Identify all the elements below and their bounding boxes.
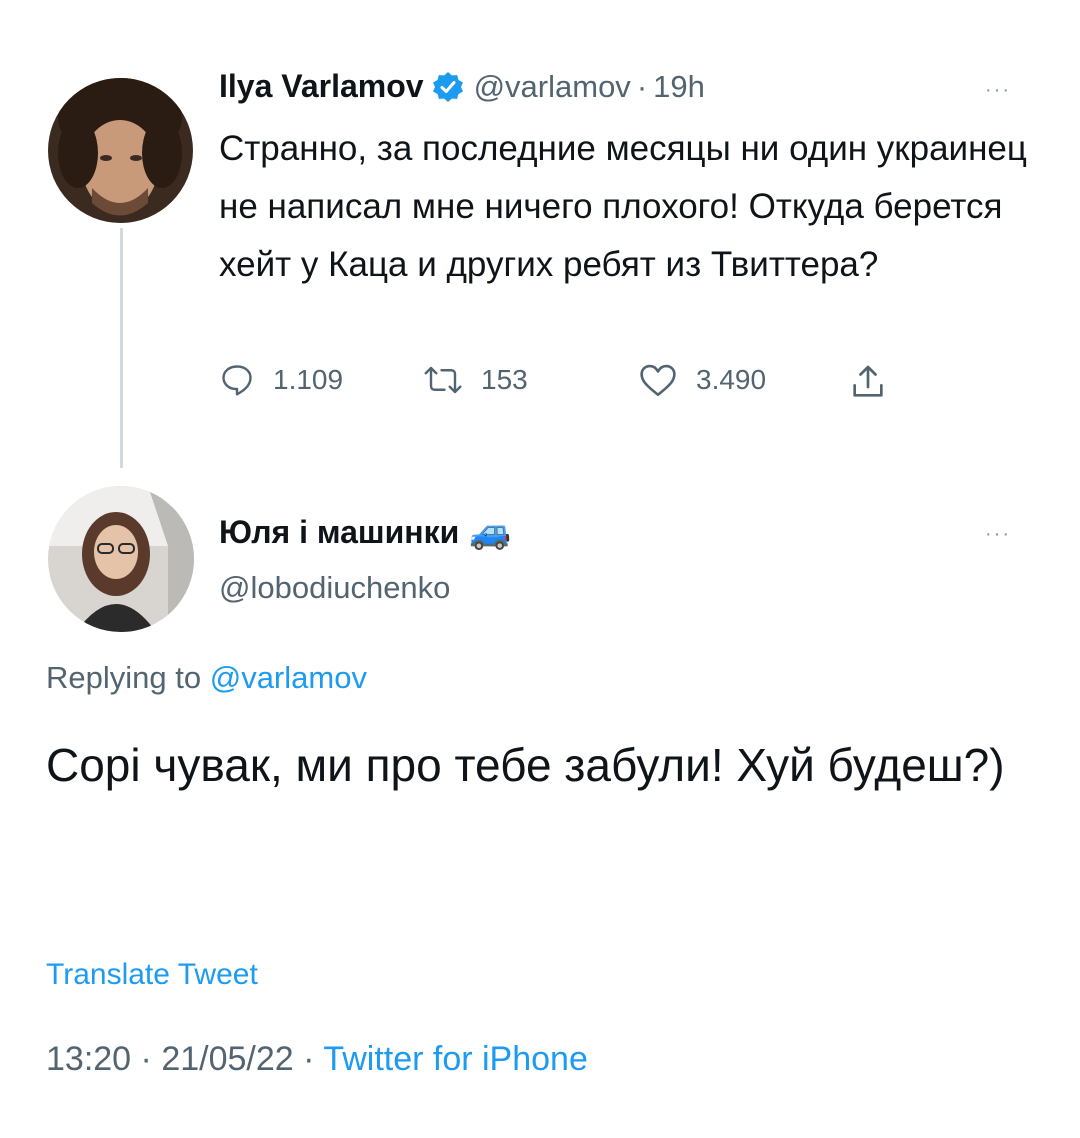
reply-tweet-header: Юля і машинки 🚙 (219, 512, 512, 552)
reply-tweet-text: Сорі чувак, ми про тебе забули! Хуй буде… (46, 739, 1005, 791)
separator-dot: · (636, 68, 648, 104)
reply-author-name[interactable]: Юля і машинки (219, 514, 459, 551)
car-emoji-icon: 🚙 (469, 513, 512, 551)
tweet-source-link[interactable]: Twitter for iPhone (323, 1040, 588, 1078)
like-count: 3.490 (696, 364, 767, 395)
replying-to-line: Replying to @varlamov (46, 660, 367, 696)
replying-prefix: Replying to (46, 660, 202, 695)
retweet-action[interactable]: 153 (423, 362, 528, 398)
share-action[interactable] (848, 362, 906, 402)
tweet-time[interactable]: 13:20 (46, 1040, 131, 1078)
verified-badge-icon (432, 71, 464, 103)
reply-more-options-icon[interactable]: ··· (985, 524, 1011, 544)
author-handle[interactable]: @varlamov (474, 69, 631, 105)
varlamov-avatar[interactable] (48, 78, 193, 223)
author-name[interactable]: Ilya Varlamov (219, 68, 424, 105)
meta-separator: · (303, 1040, 315, 1078)
like-icon (640, 364, 676, 397)
replying-to-mention[interactable]: @varlamov (210, 660, 367, 695)
like-action[interactable]: 3.490 (638, 362, 766, 398)
tweet-time[interactable]: 19h (653, 69, 705, 105)
retweet-icon (424, 366, 462, 394)
original-tweet-header: Ilya Varlamov @varlamov · 19h (219, 68, 705, 105)
reply-action[interactable]: 1.109 (219, 362, 343, 398)
thread-connector-line (120, 228, 123, 468)
translate-tweet-link[interactable]: Translate Tweet (46, 958, 258, 992)
tweet-metadata: 13:20 · 21/05/22 · Twitter for iPhone (46, 1040, 588, 1079)
reply-count: 1.109 (273, 364, 344, 395)
more-options-icon[interactable]: ··· (985, 80, 1011, 100)
retweet-count: 153 (481, 364, 528, 395)
share-icon (853, 365, 883, 397)
tweet-date[interactable]: 21/05/22 (161, 1040, 293, 1078)
meta-separator: · (140, 1040, 152, 1078)
reply-author-handle[interactable]: @lobodiuchenko (219, 570, 450, 606)
lobodiuchenko-avatar[interactable] (48, 486, 194, 632)
original-tweet-text: Странно, за последние месяцы ни один укр… (219, 129, 1027, 284)
reply-icon (222, 365, 252, 396)
